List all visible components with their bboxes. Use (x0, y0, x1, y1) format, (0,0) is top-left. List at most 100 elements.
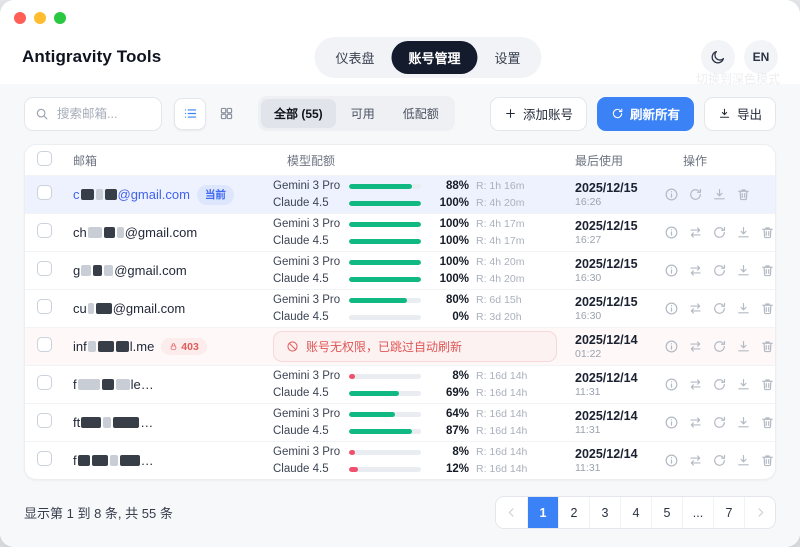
swap-button[interactable] (688, 453, 703, 468)
info-button[interactable] (664, 301, 679, 316)
download-button[interactable] (736, 415, 751, 430)
info-button[interactable] (664, 187, 679, 202)
refresh-button[interactable] (712, 415, 727, 430)
next-page-button[interactable] (744, 497, 775, 528)
swap-button[interactable] (688, 339, 703, 354)
redaction-block (103, 417, 111, 428)
grid-view-button[interactable] (210, 98, 242, 130)
quota-bar-fill (349, 391, 399, 396)
table-row[interactable]: infl.me403账号无权限，已跳过自动刷新2025/12/1401:22 (25, 327, 775, 365)
download-button[interactable] (736, 377, 751, 392)
refresh-all-button[interactable]: 刷新所有 (597, 97, 694, 131)
email-text: fle… (73, 377, 154, 392)
delete-button[interactable] (736, 187, 751, 202)
swap-button[interactable] (688, 377, 703, 392)
refresh-button[interactable] (712, 453, 727, 468)
page-button-7[interactable]: 7 (713, 497, 744, 528)
delete-button[interactable] (760, 263, 775, 278)
filter-tab-1[interactable]: 全部 (55) (261, 99, 336, 128)
table-row[interactable]: cu@gmail.comGemini 3 Pro80%R: 6d 15hClau… (25, 289, 775, 327)
page-button-1[interactable]: 1 (527, 497, 558, 528)
minimize-window-button[interactable] (34, 12, 46, 24)
page-button-3[interactable]: 3 (589, 497, 620, 528)
delete-button[interactable] (760, 301, 775, 316)
info-button[interactable] (664, 263, 679, 278)
swap-button[interactable] (688, 225, 703, 240)
row-checkbox[interactable] (37, 261, 52, 276)
maximize-window-button[interactable] (54, 12, 66, 24)
swap-button[interactable] (688, 301, 703, 316)
download-icon (712, 187, 727, 202)
add-account-button[interactable]: 添加账号 (490, 97, 587, 131)
table-row[interactable]: g@gmail.comGemini 3 Pro100%R: 4h 20mClau… (25, 251, 775, 289)
row-checkbox[interactable] (37, 375, 52, 390)
table-row[interactable]: f…Gemini 3 Pro8%R: 16d 14hClaude 4.512%R… (25, 441, 775, 479)
quota-remaining: R: 6d 15h (476, 294, 522, 306)
page-button-4[interactable]: 4 (620, 497, 651, 528)
row-checkbox[interactable] (37, 299, 52, 314)
delete-button[interactable] (760, 339, 775, 354)
refresh-button[interactable] (712, 377, 727, 392)
trash-icon (760, 415, 775, 430)
row-checkbox[interactable] (37, 223, 52, 238)
page-button-2[interactable]: 2 (558, 497, 589, 528)
download-button[interactable] (712, 187, 727, 202)
select-all-checkbox[interactable] (37, 151, 52, 166)
list-view-button[interactable] (174, 98, 206, 130)
search-input[interactable] (55, 106, 151, 122)
info-icon (664, 263, 679, 278)
delete-button[interactable] (760, 225, 775, 240)
export-button[interactable]: 导出 (704, 97, 776, 131)
refresh-button[interactable] (712, 301, 727, 316)
page-ellipsis[interactable]: ... (682, 497, 713, 528)
delete-button[interactable] (760, 377, 775, 392)
download-icon (718, 107, 731, 120)
refresh-button[interactable] (712, 339, 727, 354)
info-button[interactable] (664, 339, 679, 354)
quota-bar (349, 298, 421, 303)
filter-tab-2[interactable]: 可用 (338, 99, 388, 128)
delete-button[interactable] (760, 415, 775, 430)
search-box[interactable] (24, 97, 162, 131)
page-button-5[interactable]: 5 (651, 497, 682, 528)
info-button[interactable] (664, 225, 679, 240)
download-button[interactable] (736, 225, 751, 240)
swap-icon (688, 415, 703, 430)
prev-page-button[interactable] (496, 497, 527, 528)
download-button[interactable] (736, 453, 751, 468)
last-used-cell: 2025/12/1411:31 (563, 447, 658, 474)
refresh-button[interactable] (712, 263, 727, 278)
swap-button[interactable] (688, 415, 703, 430)
info-button[interactable] (664, 377, 679, 392)
table-row[interactable]: ch@gmail.comGemini 3 Pro100%R: 4h 17mCla… (25, 213, 775, 251)
nav-tab-1[interactable]: 仪表盘 (318, 41, 391, 74)
quota-bar-fill (349, 374, 355, 379)
refresh-button[interactable] (688, 187, 703, 202)
table-row[interactable]: c@gmail.com当前Gemini 3 Pro88%R: 1h 16mCla… (25, 175, 775, 213)
quota-bar (349, 374, 421, 379)
info-button[interactable] (664, 453, 679, 468)
nav-tab-2[interactable]: 账号管理 (391, 41, 477, 74)
swap-button[interactable] (688, 263, 703, 278)
table-row[interactable]: fle…Gemini 3 Pro8%R: 16d 14hClaude 4.569… (25, 365, 775, 403)
redaction-block (102, 379, 114, 390)
redaction-block (110, 455, 118, 466)
nav-tab-3[interactable]: 设置 (478, 41, 538, 74)
row-checkbox[interactable] (37, 337, 52, 352)
download-button[interactable] (736, 263, 751, 278)
download-button[interactable] (736, 301, 751, 316)
theme-toggle-button[interactable] (701, 40, 735, 74)
row-checkbox[interactable] (37, 451, 52, 466)
filter-tab-3[interactable]: 低配额 (390, 99, 452, 128)
refresh-button[interactable] (712, 225, 727, 240)
model-name: Gemini 3 Pro (273, 256, 349, 268)
download-button[interactable] (736, 339, 751, 354)
language-button[interactable]: EN (744, 40, 778, 74)
table-row[interactable]: ft…Gemini 3 Pro64%R: 16d 14hClaude 4.587… (25, 403, 775, 441)
info-button[interactable] (664, 415, 679, 430)
close-window-button[interactable] (14, 12, 26, 24)
row-checkbox[interactable] (37, 413, 52, 428)
row-checkbox[interactable] (37, 185, 52, 200)
last-used-cell: 2025/12/1411:31 (563, 371, 658, 398)
delete-button[interactable] (760, 453, 775, 468)
